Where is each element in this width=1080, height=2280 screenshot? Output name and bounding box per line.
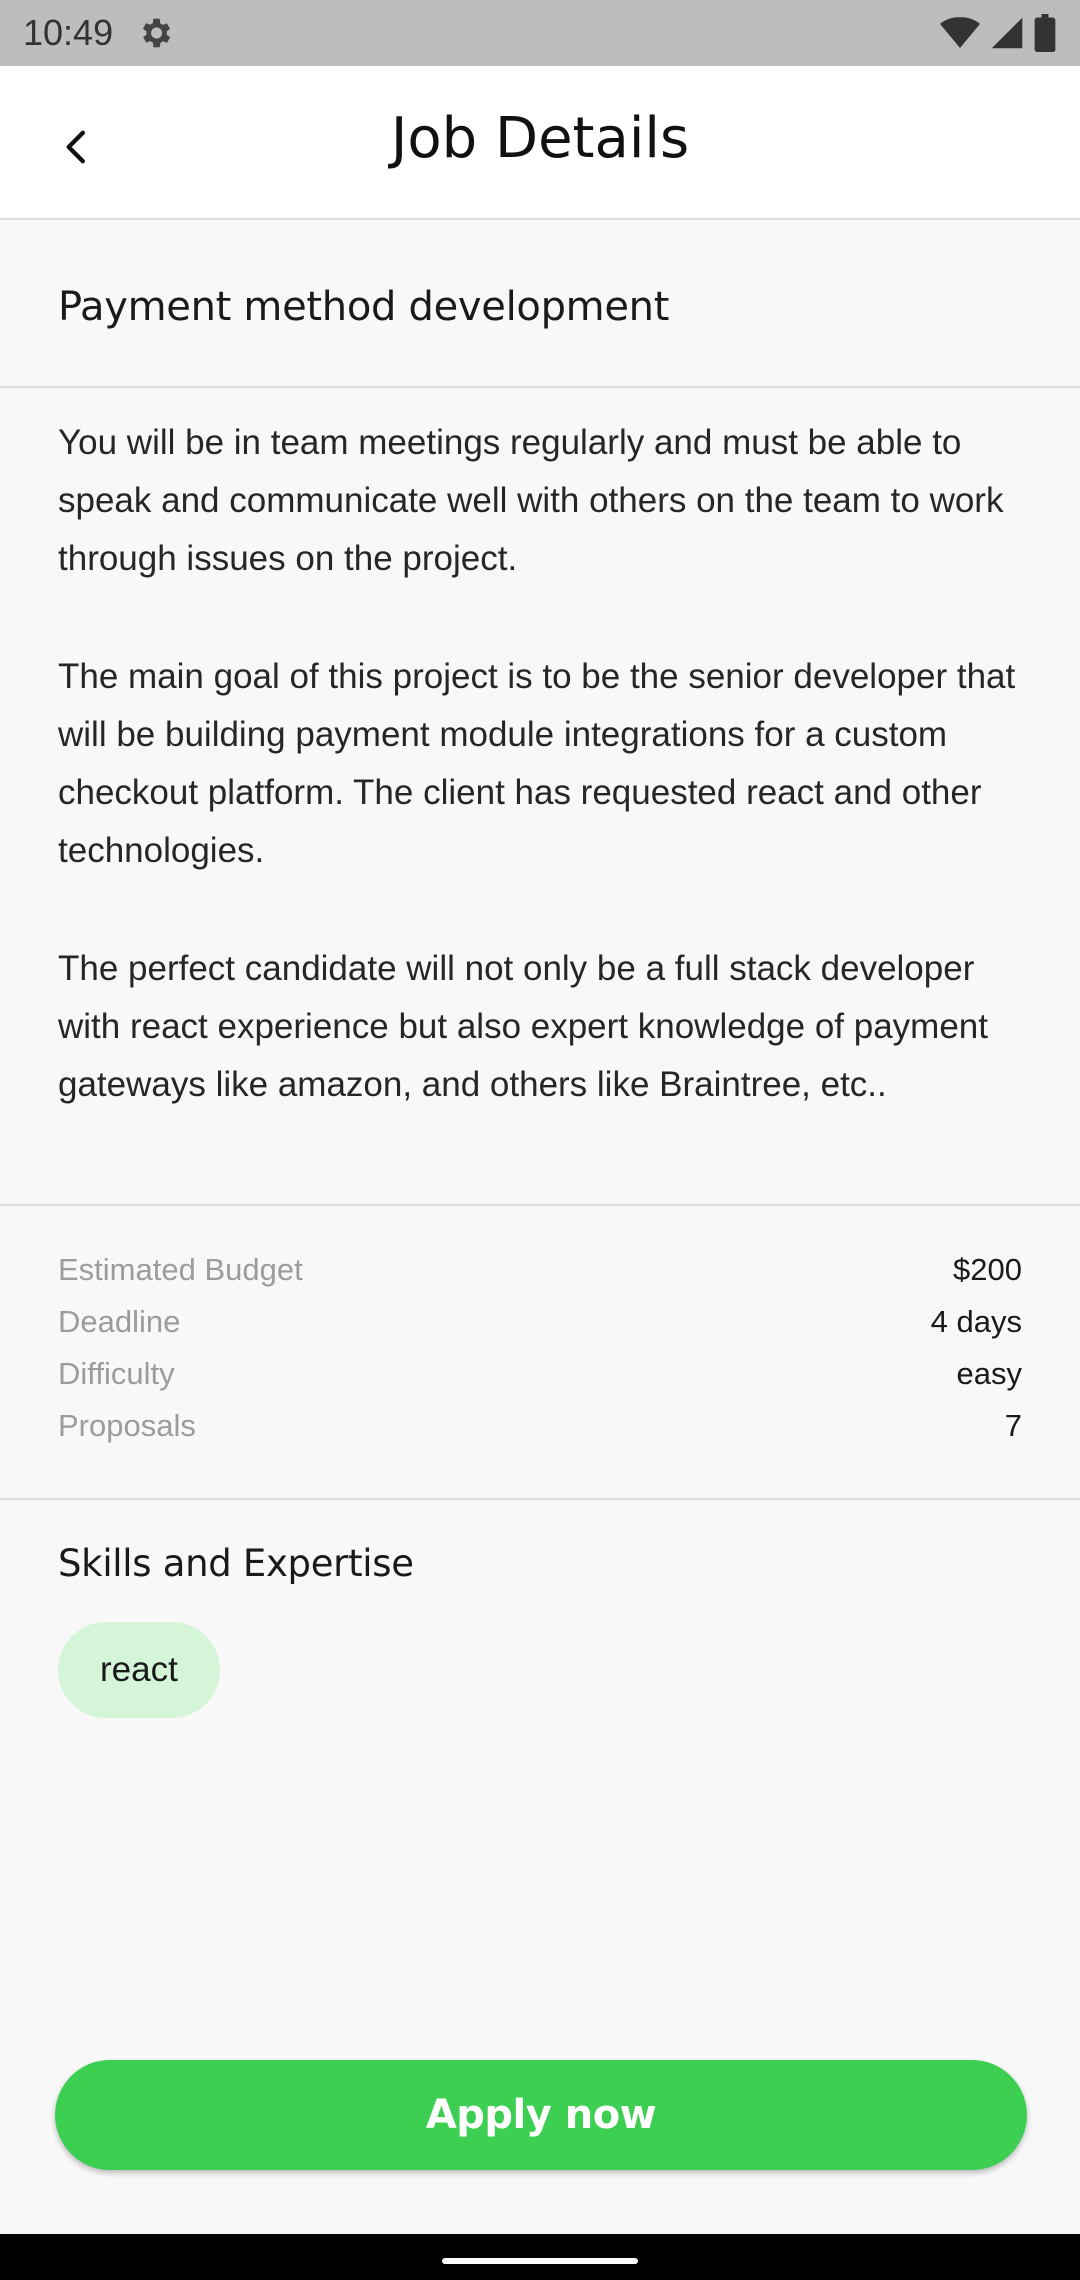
apply-now-button[interactable]: Apply now: [55, 2060, 1027, 2170]
detail-label: Deadline: [58, 1304, 181, 1339]
detail-label: Estimated Budget: [58, 1252, 303, 1287]
page-title: Job Details: [390, 106, 690, 171]
detail-row-difficulty: Difficulty easy: [58, 1348, 1022, 1400]
status-icons: [940, 14, 1056, 52]
job-description-section: You will be in team meetings regularly a…: [0, 388, 1080, 1206]
job-title: Payment method development: [58, 284, 670, 330]
wifi-icon: [940, 17, 980, 48]
detail-row-proposals: Proposals 7: [58, 1400, 1022, 1452]
battery-icon: [1034, 14, 1056, 52]
detail-value: 4 days: [930, 1304, 1022, 1339]
detail-value: easy: [956, 1356, 1022, 1391]
detail-row-budget: Estimated Budget $200: [58, 1244, 1022, 1296]
detail-label: Proposals: [58, 1408, 196, 1443]
detail-value: 7: [1004, 1408, 1022, 1443]
settings-gear-icon: [142, 18, 171, 48]
status-time: 10:49: [23, 12, 114, 53]
description-paragraph: You will be in team meetings regularly a…: [58, 423, 1004, 578]
app-bar: Job Details: [0, 66, 1080, 220]
status-bar: 10:49: [0, 0, 1080, 66]
skill-chip-react: react: [58, 1622, 220, 1718]
home-indicator[interactable]: [442, 2258, 638, 2264]
job-description: You will be in team meetings regularly a…: [58, 414, 1038, 1114]
detail-label: Difficulty: [58, 1356, 175, 1391]
signal-icon: [991, 17, 1023, 49]
job-details-section: Estimated Budget $200 Deadline 4 days Di…: [0, 1206, 1080, 1500]
navigation-bar: [0, 2234, 1080, 2280]
skills-title: Skills and Expertise: [58, 1542, 414, 1585]
job-title-section: Payment method development: [0, 220, 1080, 388]
skills-section: Skills and Expertise react: [0, 1500, 1080, 1780]
detail-value: $200: [953, 1252, 1022, 1287]
description-paragraph: The main goal of this project is to be t…: [58, 657, 1016, 870]
detail-row-deadline: Deadline 4 days: [58, 1296, 1022, 1348]
description-paragraph: The perfect candidate will not only be a…: [58, 949, 988, 1104]
